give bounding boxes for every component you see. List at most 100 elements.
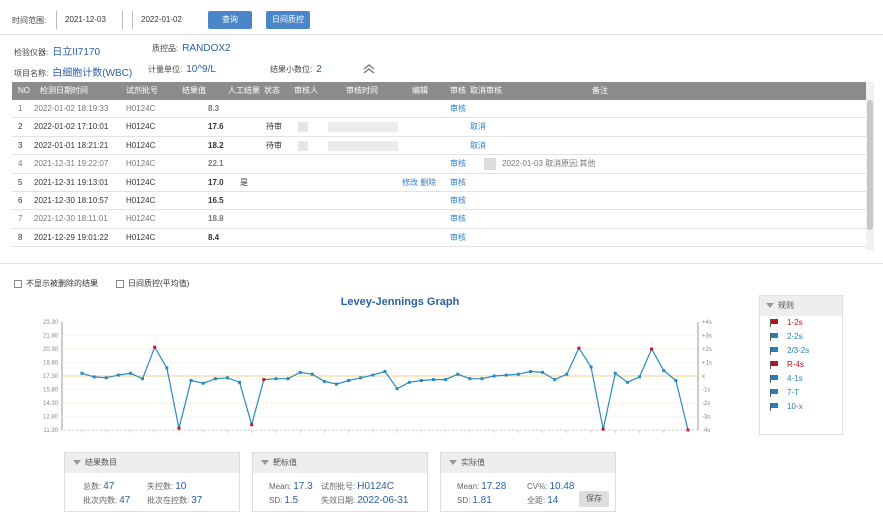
table-row[interactable]: 8 2021-12-29 19:01:22 H0124C 8.4 审核: [12, 229, 874, 248]
data-point: [310, 372, 314, 376]
rule-item[interactable]: 1-2s: [760, 316, 842, 330]
redacted-reviewer: [298, 122, 308, 133]
data-point: [213, 377, 217, 381]
row-datetime: 2021-12-31 19:22:07: [34, 159, 109, 169]
table-row[interactable]: 6 2021-12-30 18:10:57 H0124C 16.5 审核: [12, 192, 874, 211]
row-value: 18.8: [208, 214, 224, 224]
query-button[interactable]: 查询: [208, 11, 252, 29]
flag-icon: [770, 332, 779, 341]
end-date-input[interactable]: 2022-01-02: [132, 11, 202, 29]
table-row[interactable]: 5 2021-12-31 19:13:01 H0124C 17.0 是 修改 删除 审核: [12, 174, 874, 192]
row-datetime: 2022-01-01 18:21:21: [34, 140, 109, 150]
data-point: [601, 427, 605, 431]
row-datetime: 2021-12-30 18:11:01: [34, 214, 108, 224]
redacted-review-time: [328, 140, 398, 151]
row-cancel[interactable]: 取消: [470, 118, 486, 136]
rule-item[interactable]: 4-1s: [760, 372, 842, 386]
qc-value: RANDOX2: [182, 43, 231, 54]
daily-qc-button[interactable]: 日间质控: [266, 11, 310, 29]
actual-cv: CV%: 10.48: [527, 481, 575, 492]
data-point: [407, 380, 411, 384]
table-row[interactable]: 2 2022-01-02 17:10:01 H0124C 17.6 待审 取消: [12, 118, 874, 137]
hide-deleted-checkbox[interactable]: 不显示被删除的结果: [14, 278, 98, 289]
save-button[interactable]: 保存: [579, 491, 609, 507]
row-lot: H0124C: [126, 232, 156, 242]
th-reviewer: 审核人: [294, 86, 318, 95]
row-audit[interactable]: 审核: [450, 192, 466, 210]
y-tick-label-right: +1s: [702, 361, 712, 367]
flag-icon: [770, 402, 779, 411]
table-row[interactable]: 7 2021-12-30 18:11:01 H0124C 18.8 审核: [12, 210, 874, 229]
instrument-info: 检验仪器: 日立II7170: [14, 47, 101, 58]
divider: [0, 263, 883, 264]
th-note: 备注: [592, 86, 608, 95]
rules-panel: 规则 1-2s 2-2s 2/3-2s R-4s 4-1s 7-T 10-x: [759, 295, 843, 435]
row-manual: 是: [240, 177, 248, 187]
rule-item[interactable]: 10-x: [760, 400, 842, 414]
row-lot: H0124C: [126, 159, 156, 169]
data-point: [577, 346, 581, 350]
row-status: 待审: [266, 122, 282, 132]
data-point: [431, 378, 435, 382]
start-date-input[interactable]: 2021-12-03: [56, 11, 126, 29]
target-sd: SD: 1.5: [269, 495, 299, 506]
daily-average-checkbox[interactable]: 日间质控(平均值): [116, 278, 189, 289]
flag-icon: [770, 346, 779, 355]
row-status: 待审: [266, 140, 282, 150]
rule-item[interactable]: 7-T: [760, 386, 842, 400]
data-point: [371, 373, 375, 377]
redacted-review-time: [328, 122, 398, 133]
item-value: 白细胞计数(WBC): [52, 68, 133, 79]
rule-item[interactable]: 2-2s: [760, 330, 842, 344]
row-audit[interactable]: 审核: [450, 210, 466, 228]
target-lot: 试剂批号: H0124C: [321, 481, 394, 492]
flag-icon: [770, 318, 779, 327]
qc-info: 质控品: RANDOX2: [152, 43, 231, 54]
data-point: [444, 378, 448, 382]
y-tick-label-right: x: [702, 374, 705, 380]
row-datetime: 2021-12-30 18:10:57: [34, 195, 109, 205]
y-tick-label-right: -2s: [702, 401, 710, 407]
levey-jennings-chart: 23.30 +4s 21.80 +3s 20.30 +2s 18.80 +1s 17.30 x 15…: [43, 320, 712, 434]
data-point: [528, 370, 532, 373]
row-audit[interactable]: 审核: [450, 155, 466, 173]
row-audit[interactable]: 审核: [450, 229, 466, 247]
data-point: [250, 423, 254, 427]
data-point: [238, 380, 242, 384]
rules-header[interactable]: 规则: [760, 296, 842, 316]
unit-value: 10^9/L: [186, 64, 216, 75]
y-tick-label: 18.80: [43, 361, 59, 367]
data-point: [116, 373, 120, 377]
data-point: [298, 370, 302, 374]
collapse-up-icon[interactable]: [362, 63, 376, 75]
row-no: 8: [18, 232, 23, 242]
actual-sd: SD: 1.81: [457, 495, 492, 506]
series-line: [81, 345, 689, 431]
data-point: [456, 372, 460, 376]
data-point: [347, 379, 351, 382]
row-audit[interactable]: 审核: [450, 100, 466, 118]
table-row[interactable]: 4 2021-12-31 19:22:07 H0124C 22.1 审核 2022-01-…: [12, 155, 874, 174]
data-point: [419, 379, 423, 382]
total-count: 总数: 47: [83, 481, 115, 492]
th-cancel: 取消审核: [470, 86, 502, 95]
rule-item[interactable]: R-4s: [760, 358, 842, 372]
y-tick-label-right: +3s: [702, 334, 712, 340]
table-scroll-thumb[interactable]: [867, 100, 873, 230]
in-control-count: 批次在控数: 37: [147, 495, 203, 506]
data-point: [480, 377, 484, 381]
data-point: [153, 345, 157, 349]
table-header: NO 检测日期时间 试剂批号 结果值 人工结果 状态 审核人 审核时间 编辑 审…: [12, 82, 874, 100]
row-lot: H0124C: [126, 104, 156, 113]
th-datetime: 检测日期时间: [40, 86, 88, 95]
row-value: 18.2: [208, 140, 224, 150]
table-row[interactable]: 1 2022-01-02 18:19:33 H0124C 8.3 审核: [12, 100, 874, 119]
data-point: [165, 366, 169, 370]
row-edit[interactable]: 修改 删除: [402, 174, 436, 192]
rule-item[interactable]: 2/3-2s: [760, 344, 842, 358]
row-cancel[interactable]: 取消: [470, 137, 486, 155]
table-row[interactable]: 3 2022-01-01 18:21:21 H0124C 18.2 待审 取消: [12, 137, 874, 156]
row-audit[interactable]: 审核: [450, 174, 466, 192]
decimal-value: 2: [316, 64, 322, 75]
row-value: 17.0: [208, 177, 224, 187]
